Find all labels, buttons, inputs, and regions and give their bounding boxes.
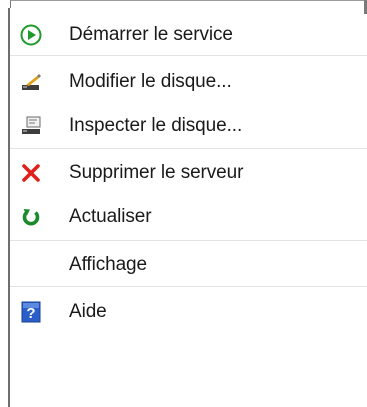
menu-item-refresh[interactable]: Actualiser <box>10 201 367 233</box>
menu-separator <box>10 148 367 149</box>
delete-x-icon <box>20 162 42 184</box>
menu-item-delete-server[interactable]: Supprimer le serveur <box>10 157 367 189</box>
help-icon: ? <box>20 301 42 323</box>
menu-item-label: Actualiser <box>69 206 152 227</box>
menu-item-start-service[interactable]: Démarrer le service <box>10 19 367 51</box>
menu-item-label: Supprimer le serveur <box>69 162 244 183</box>
menu-item-inspect-disk[interactable]: Inspecter le disque... <box>10 110 367 142</box>
menu-item-view[interactable]: Affichage <box>10 249 367 281</box>
menu-separator <box>10 286 367 287</box>
menu-item-label: Aide <box>69 301 107 322</box>
refresh-icon <box>20 206 42 228</box>
menu-separator <box>10 240 367 241</box>
edit-disk-icon <box>20 71 42 93</box>
menu-item-label: Démarrer le service <box>69 24 233 45</box>
menu-separator <box>10 55 367 56</box>
menu-item-label: Modifier le disque... <box>69 71 232 92</box>
inspect-disk-icon <box>20 115 42 137</box>
context-menu: Démarrer le service Modifier le disque..… <box>0 0 367 407</box>
menu-item-label: Affichage <box>69 254 147 275</box>
svg-text:?: ? <box>26 305 35 322</box>
play-icon <box>20 24 42 46</box>
menu-item-label: Inspecter le disque... <box>69 115 243 136</box>
menu-item-edit-disk[interactable]: Modifier le disque... <box>10 66 367 98</box>
menu-item-help[interactable]: ? Aide <box>10 296 367 328</box>
menu-top-border <box>10 0 367 8</box>
